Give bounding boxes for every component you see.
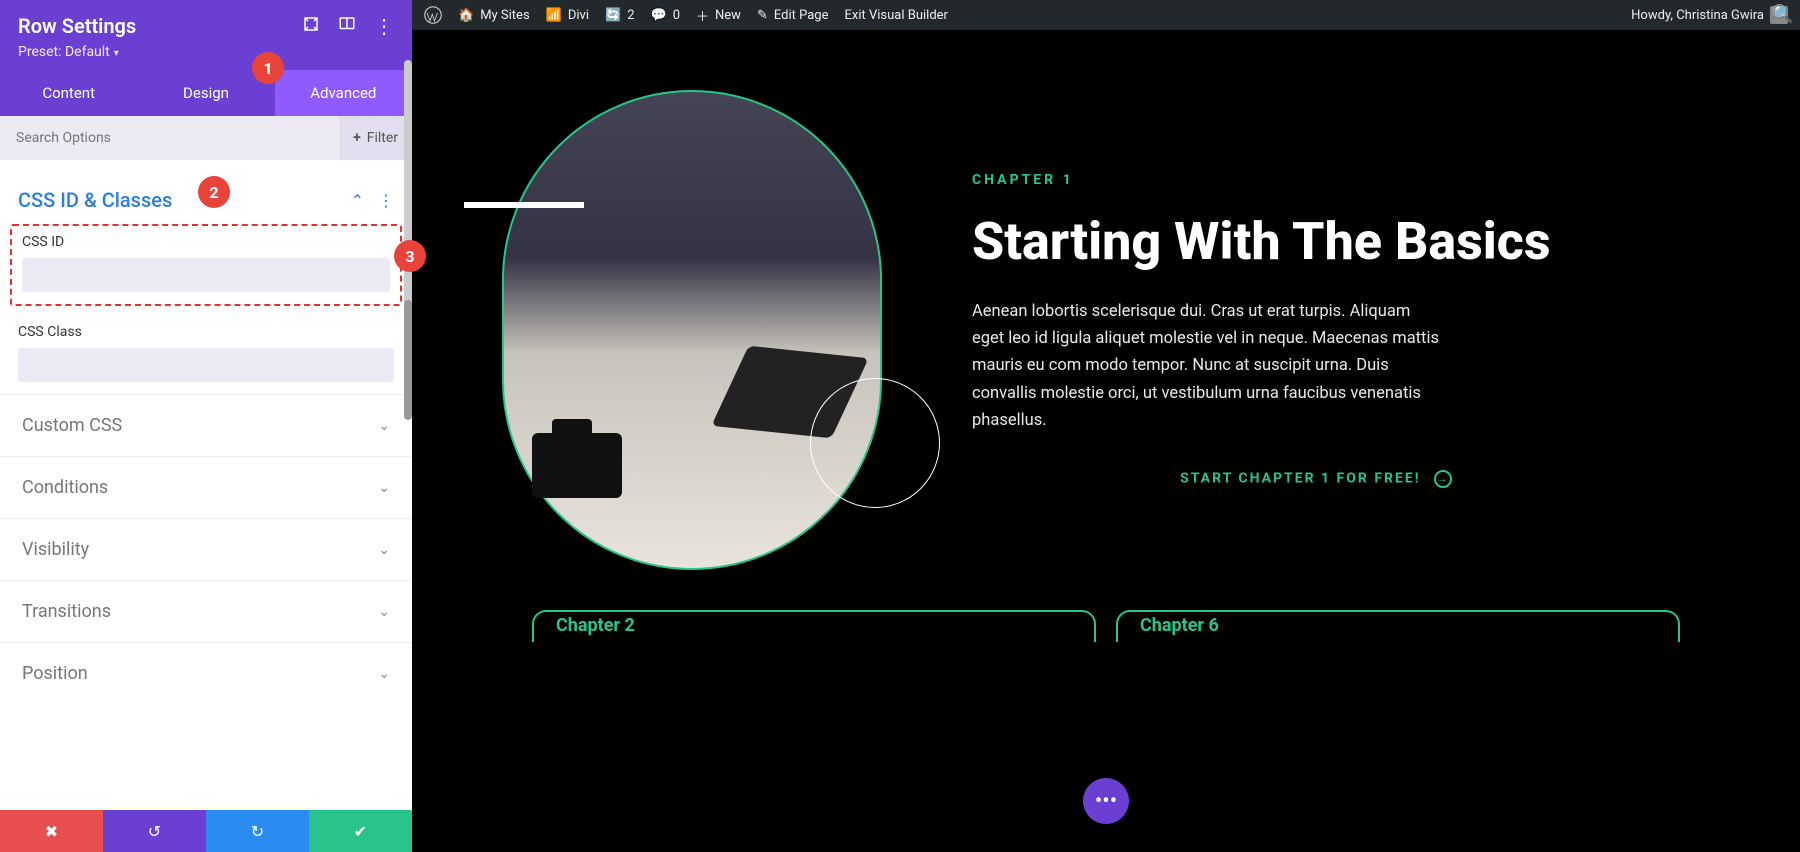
updates-link[interactable]: 🔄 2 bbox=[605, 8, 635, 23]
chevron-down-icon: ⌄ bbox=[378, 418, 390, 434]
howdy-link[interactable]: Howdy, Christina Gwira bbox=[1631, 6, 1788, 24]
kebab-icon[interactable]: ⋮ bbox=[374, 16, 394, 36]
hero-heading: Starting With The Basics bbox=[972, 212, 1710, 272]
confirm-button[interactable]: ✔ bbox=[309, 810, 412, 852]
edit-page-link[interactable]: ✎ Edit Page bbox=[757, 8, 829, 23]
filter-label: Filter bbox=[367, 130, 398, 146]
css-id-label: CSS ID bbox=[22, 234, 390, 250]
new-link[interactable]: ＋ New bbox=[696, 6, 741, 25]
chevron-up-icon[interactable]: ⌃ bbox=[351, 191, 364, 210]
accordion-position[interactable]: Position ⌄ bbox=[0, 642, 412, 704]
new-label: New bbox=[715, 8, 741, 23]
accordion-label: Position bbox=[22, 663, 88, 684]
comments-link[interactable]: 💬 0 bbox=[651, 8, 681, 23]
accordion-label: Visibility bbox=[22, 539, 89, 560]
refresh-icon: 🔄 bbox=[605, 8, 621, 23]
chevron-down-icon: ⌄ bbox=[378, 480, 390, 496]
callout-3: 3 bbox=[394, 240, 426, 272]
panel-footer: ✖ ↺ ↻ ✔ bbox=[0, 810, 412, 852]
css-class-input[interactable] bbox=[18, 348, 394, 382]
scrollbar[interactable] bbox=[404, 60, 412, 360]
site-link[interactable]: 📶 Divi bbox=[546, 8, 589, 23]
css-id-input[interactable] bbox=[22, 258, 390, 292]
wp-admin-bar: 🏠 My Sites 📶 Divi 🔄 2 💬 0 ＋ New ✎ Edit P… bbox=[412, 0, 1800, 30]
hero-text-column: CHAPTER 1 Starting With The Basics Aenea… bbox=[972, 172, 1710, 488]
card-title: Chapter 2 bbox=[556, 615, 635, 636]
section-title: CSS ID & Classes bbox=[18, 188, 172, 212]
row-settings-panel: Row Settings ⋮ Preset: Default Content D… bbox=[0, 0, 412, 852]
hero-image bbox=[502, 90, 882, 570]
callout-1: 1 bbox=[252, 52, 284, 84]
undo-button[interactable]: ↺ bbox=[103, 810, 206, 852]
plus-icon: + bbox=[353, 130, 361, 146]
panel-tabs: Content Design Advanced bbox=[0, 70, 412, 116]
search-icon[interactable]: 🔍 bbox=[1772, 4, 1794, 25]
chevron-down-icon: ⌄ bbox=[378, 604, 390, 620]
css-class-label: CSS Class bbox=[18, 324, 394, 340]
accordion-visibility[interactable]: Visibility ⌄ bbox=[0, 518, 412, 580]
ring-accent bbox=[810, 378, 940, 508]
gauge-icon: 📶 bbox=[546, 8, 562, 23]
chevron-down-icon: ⌄ bbox=[378, 542, 390, 558]
comments-count: 0 bbox=[673, 8, 680, 23]
pencil-icon: ✎ bbox=[757, 8, 768, 23]
visual-builder-canvas: 🏠 My Sites 📶 Divi 🔄 2 💬 0 ＋ New ✎ Edit P… bbox=[412, 0, 1800, 852]
howdy-label: Howdy, Christina Gwira bbox=[1631, 8, 1764, 23]
filter-button[interactable]: + Filter bbox=[339, 116, 412, 160]
cta-label: START CHAPTER 1 FOR FREE! bbox=[1180, 470, 1420, 486]
house-icon: 🏠 bbox=[458, 8, 474, 23]
cta-link[interactable]: START CHAPTER 1 FOR FREE! → bbox=[972, 470, 1452, 488]
css-id-field-block: CSS ID bbox=[10, 224, 402, 306]
arrow-right-icon: → bbox=[1434, 470, 1452, 488]
cancel-button[interactable]: ✖ bbox=[0, 810, 103, 852]
accordion-label: Conditions bbox=[22, 477, 108, 498]
redo-button[interactable]: ↻ bbox=[206, 810, 309, 852]
search-row: + Filter bbox=[0, 116, 412, 160]
site-label: Divi bbox=[568, 8, 589, 23]
card-title: Chapter 6 bbox=[1140, 615, 1219, 636]
responsive-icon[interactable] bbox=[338, 15, 356, 37]
tab-advanced[interactable]: Advanced bbox=[275, 70, 412, 116]
chapter-cards-row: Chapter 2 Chapter 6 bbox=[412, 610, 1800, 642]
edit-label: Edit Page bbox=[774, 8, 829, 23]
callout-2: 2 bbox=[198, 176, 230, 208]
chapter-label: CHAPTER 1 bbox=[972, 172, 1710, 188]
updates-count: 2 bbox=[627, 8, 634, 23]
panel-body: CSS ID & Classes ⌃ ⋮ CSS ID CSS Class Cu… bbox=[0, 160, 412, 810]
hero-body: Aenean lobortis scelerisque dui. Cras ut… bbox=[972, 298, 1442, 434]
chapter-card[interactable]: Chapter 6 bbox=[1116, 610, 1680, 642]
css-class-field-block: CSS Class bbox=[0, 320, 412, 394]
comment-icon: 💬 bbox=[651, 8, 667, 23]
page-preview: CHAPTER 1 Starting With The Basics Aenea… bbox=[412, 30, 1800, 852]
kebab-icon[interactable]: ⋮ bbox=[378, 191, 394, 210]
camera-shape bbox=[532, 433, 622, 498]
accordion-label: Transitions bbox=[22, 601, 111, 622]
panel-title: Row Settings bbox=[18, 14, 136, 38]
wp-logo-icon[interactable] bbox=[424, 6, 442, 24]
accordion-custom-css[interactable]: Custom CSS ⌄ bbox=[0, 394, 412, 456]
exit-builder-link[interactable]: Exit Visual Builder bbox=[845, 8, 948, 23]
accordion-conditions[interactable]: Conditions ⌄ bbox=[0, 456, 412, 518]
accordion-label: Custom CSS bbox=[22, 415, 122, 436]
panel-header: Row Settings ⋮ Preset: Default bbox=[0, 0, 412, 70]
search-input[interactable] bbox=[0, 116, 339, 160]
chapter-card[interactable]: Chapter 2 bbox=[532, 610, 1096, 642]
plus-icon: ＋ bbox=[696, 6, 709, 25]
chevron-down-icon: ⌄ bbox=[378, 666, 390, 682]
mysites-link[interactable]: 🏠 My Sites bbox=[458, 8, 530, 23]
accordion-transitions[interactable]: Transitions ⌄ bbox=[0, 580, 412, 642]
divi-fab-button[interactable]: ••• bbox=[1083, 778, 1129, 824]
mysites-label: My Sites bbox=[480, 8, 529, 23]
preset-dropdown[interactable]: Preset: Default bbox=[18, 44, 394, 60]
hero-row[interactable]: CHAPTER 1 Starting With The Basics Aenea… bbox=[412, 30, 1800, 610]
expand-icon[interactable] bbox=[302, 15, 320, 37]
tab-content[interactable]: Content bbox=[0, 70, 137, 116]
